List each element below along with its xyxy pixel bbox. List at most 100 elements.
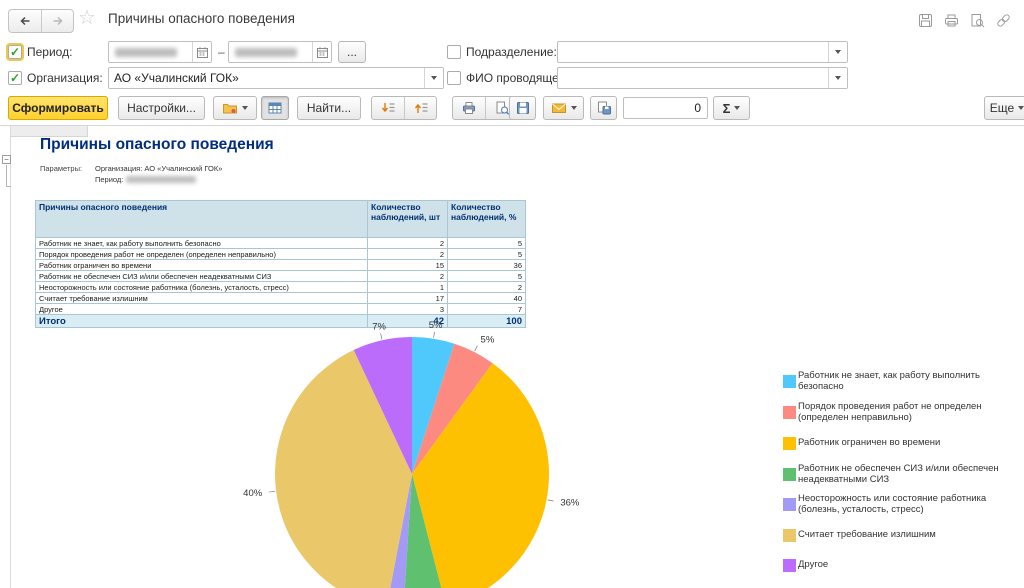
report-title: Причины опасного поведения [40, 136, 274, 154]
legend-swatch [783, 529, 796, 542]
pie-percent-label: 5% [429, 320, 443, 331]
legend-item: Считает требование излишним [783, 529, 936, 542]
nav-history-group [8, 9, 74, 33]
chevron-down-icon [242, 106, 248, 110]
pie-percent-label: 5% [481, 334, 495, 345]
legend-swatch [783, 559, 796, 572]
table-row[interactable]: Работник не знает, как работу выполнить … [36, 238, 526, 249]
show-table-toggle[interactable] [261, 96, 289, 120]
collapse-groups-icon [413, 100, 429, 116]
legend-label: Порядок проведения работ не определен (о… [798, 402, 1023, 423]
table-cell-label: Работник не знает, как работу выполнить … [36, 238, 368, 249]
pie-label-tick [269, 491, 275, 492]
collapse-groups-button[interactable] [404, 97, 436, 119]
table-cell-label: Порядок проведения работ не определен (о… [36, 249, 368, 260]
find-button[interactable]: Найти... [297, 96, 361, 120]
forward-arrow-icon [50, 13, 66, 29]
report-variants-button[interactable] [213, 96, 257, 120]
report-table-body: Работник не знает, как работу выполнить … [36, 238, 526, 315]
report-param-organization: Организация: АО «Учалинский ГОК» [95, 164, 222, 173]
organization-checkbox[interactable] [8, 71, 22, 85]
table-row[interactable]: Работник ограничен во времени1536 [36, 260, 526, 271]
generate-button[interactable]: Сформировать [8, 96, 108, 120]
period-start-input[interactable] [108, 41, 212, 63]
table-cell-count: 17 [368, 293, 448, 304]
pie-percent-label: 7% [372, 322, 386, 333]
chevron-down-icon [431, 76, 437, 80]
period-end-calendar-button[interactable] [312, 42, 331, 62]
table-cell-count: 1 [368, 282, 448, 293]
legend-label: Работник ограничен во времени [798, 438, 940, 449]
sigma-icon: Σ [723, 101, 731, 116]
column-header-count: Количество наблюдений, шт [368, 201, 448, 238]
organization-dropdown-button[interactable] [424, 68, 443, 88]
envelope-icon [551, 100, 567, 116]
period-label: Период: [27, 45, 72, 59]
column-header-percent: Количество наблюдений, % [448, 201, 526, 238]
report-param-period: Период: [95, 175, 196, 184]
legend-item: Работник не знает, как работу выполнить … [783, 371, 1023, 392]
legend-item: Неосторожность или состояние работника (… [783, 494, 1023, 515]
settings-button[interactable]: Настройки... [118, 96, 205, 120]
favorite-star-icon[interactable]: ☆ [78, 6, 96, 30]
pie-percent-label: 40% [243, 488, 263, 499]
floppy-icon [515, 100, 530, 116]
back-arrow-icon [17, 13, 33, 29]
table-cell-label: Неосторожность или состояние работника (… [36, 282, 368, 293]
report-params-label: Параметры: [40, 164, 82, 173]
page-title: Причины опасного поведения [108, 11, 295, 26]
conductor-checkbox[interactable] [447, 71, 461, 85]
group-collapse-toggle[interactable] [2, 155, 11, 164]
calendar-icon [316, 46, 329, 59]
legend-swatch [783, 498, 796, 511]
legend-item: Порядок проведения работ не определен (о… [783, 402, 1023, 423]
pie-label-tick [548, 500, 554, 501]
table-row[interactable]: Считает требование излишним1740 [36, 293, 526, 304]
period-checkbox[interactable] [8, 45, 22, 59]
expand-groups-button[interactable] [372, 97, 404, 119]
table-cell-count: 3 [368, 304, 448, 315]
legend-item: Работник не обеспечен СИЗ и/или обеспече… [783, 464, 1023, 485]
group-outline-line [6, 165, 7, 186]
table-cell-count: 2 [368, 238, 448, 249]
organization-combo[interactable]: АО «Учалинский ГОК» [108, 67, 444, 89]
back-button[interactable] [9, 10, 41, 32]
period-start-calendar-button[interactable] [192, 42, 211, 62]
send-mail-button[interactable] [543, 96, 584, 120]
period-end-input[interactable] [228, 41, 332, 63]
table-row[interactable]: Порядок проведения работ не определен (о… [36, 249, 526, 260]
table-cell-pct: 2 [448, 282, 526, 293]
period-variants-button[interactable]: ... [338, 41, 366, 63]
pie-label-tick [381, 333, 382, 339]
printer-icon [461, 100, 477, 116]
table-row[interactable]: Работник не обеспечен СИЗ и/или обеспече… [36, 271, 526, 282]
table-cell-pct: 40 [448, 293, 526, 304]
table-cell-count: 2 [368, 271, 448, 282]
chevron-down-icon [734, 106, 740, 110]
report-param-period-redacted-value [126, 176, 196, 183]
expand-groups-icon [380, 100, 396, 116]
legend-label: Работник не обеспечен СИЗ и/или обеспече… [798, 464, 1023, 485]
autosum-button[interactable]: Σ [713, 96, 750, 120]
organization-label: Организация: [27, 71, 103, 85]
organization-value: АО «Учалинский ГОК» [109, 71, 424, 85]
table-row[interactable]: Неосторожность или состояние работника (… [36, 282, 526, 293]
report-window: ☆ Причины опасного поведения Период: – .… [0, 0, 1024, 588]
save-to-clipboard-button[interactable] [590, 96, 617, 120]
table-row[interactable]: Другое37 [36, 304, 526, 315]
legend-swatch [783, 406, 796, 419]
print-button[interactable] [453, 97, 485, 119]
table-cell-label: Другое [36, 304, 368, 315]
legend-swatch [783, 437, 796, 450]
save-result-button[interactable] [509, 96, 536, 120]
legend-item: Другое [783, 559, 828, 572]
table-cell-label: Работник ограничен во времени [36, 260, 368, 271]
period-dash: – [218, 45, 225, 59]
legend-swatch [783, 468, 796, 481]
pie-chart: 5%5%36%5%2%40%7% [235, 315, 620, 588]
forward-button[interactable] [41, 10, 73, 32]
period-end-redacted-value [235, 48, 297, 57]
division-checkbox[interactable] [447, 45, 461, 59]
chevron-down-icon [571, 106, 577, 110]
selected-sum-field[interactable] [623, 97, 708, 119]
